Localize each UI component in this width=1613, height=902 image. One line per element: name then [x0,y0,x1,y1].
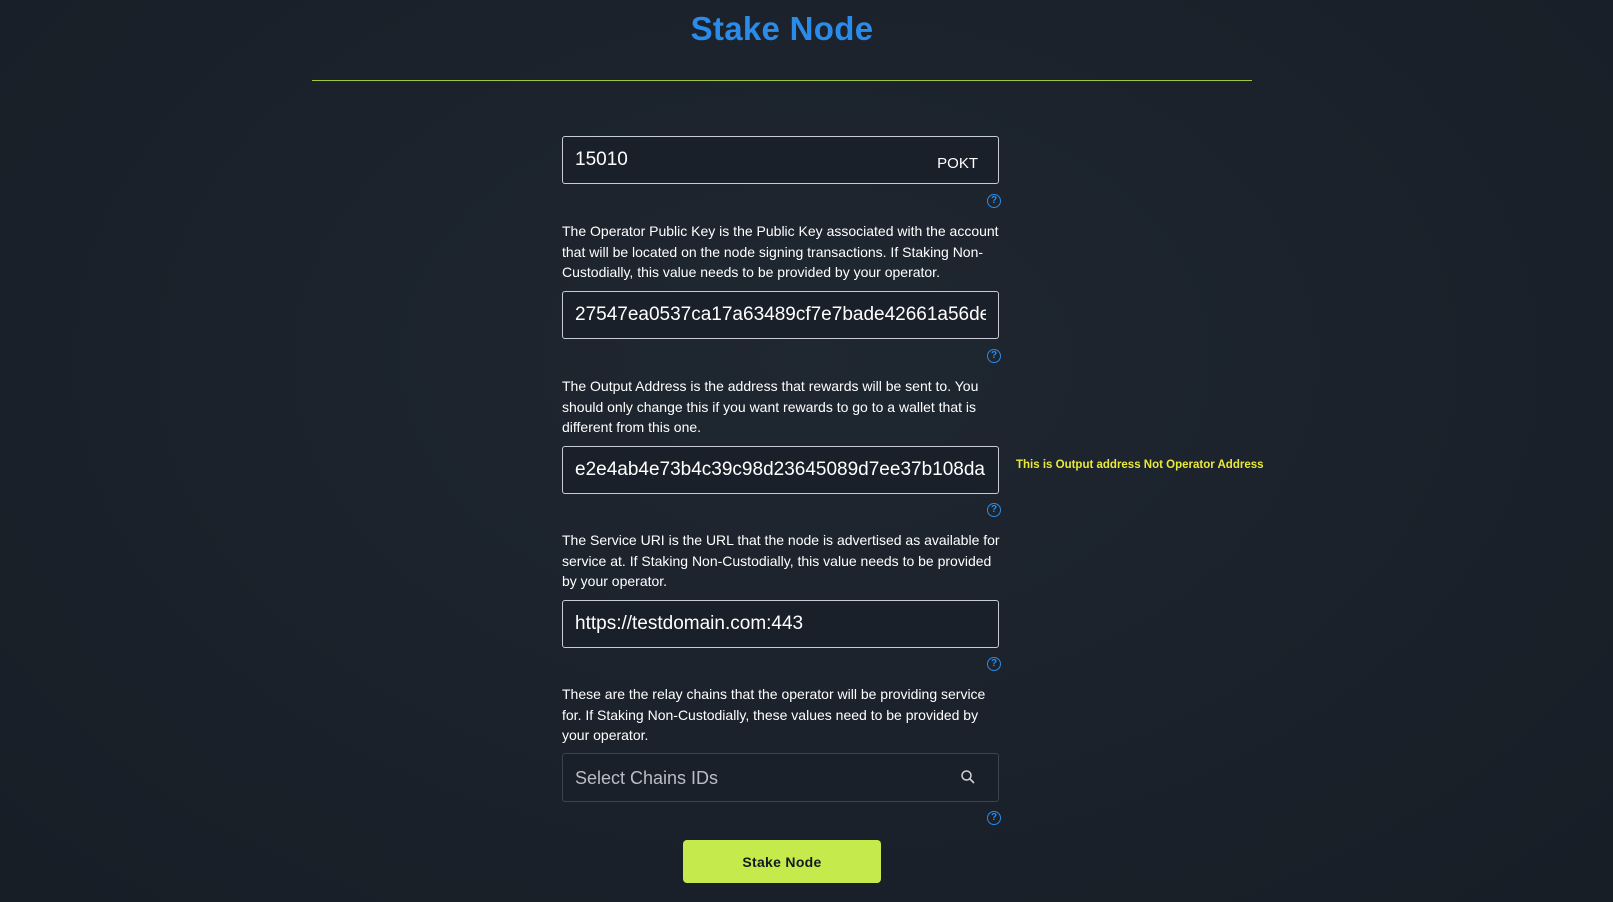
chains-help-icon[interactable]: ? [987,811,1001,825]
stake-node-page: Stake Node POKT ? The Operator Public Ke… [0,0,1613,902]
chains-placeholder: Select Chains IDs [575,768,719,788]
service-uri-description: The Service URI is the URL that the node… [562,532,1000,589]
output-address-warning: This is Output address Not Operator Addr… [1016,459,1264,471]
operator-key-field[interactable] [562,291,999,339]
output-address-field[interactable] [562,446,999,494]
page-title: Stake Node [690,10,874,47]
amount-unit: POKT [937,155,978,172]
service-uri-field[interactable] [562,600,999,648]
amount-help-icon[interactable]: ? [987,194,1001,208]
amount-field[interactable]: POKT [562,136,999,184]
stake-node-button[interactable]: Stake Node [683,840,881,883]
operator-key-help-icon[interactable]: ? [987,349,1001,363]
service-uri-input[interactable] [563,601,998,647]
output-address-description: The Output Address is the address that r… [562,378,979,435]
amount-input[interactable] [563,137,998,183]
output-address-input[interactable] [563,447,998,493]
service-uri-help-icon[interactable]: ? [987,657,1001,671]
output-address-help-icon[interactable]: ? [987,503,1001,517]
search-icon[interactable] [960,769,976,785]
operator-key-description: The Operator Public Key is the Public Ke… [562,223,999,280]
operator-key-input[interactable] [563,292,998,338]
title-divider [312,80,1252,81]
chains-description: These are the relay chains that the oper… [562,686,986,743]
chains-select[interactable]: Select Chains IDs [562,753,999,802]
